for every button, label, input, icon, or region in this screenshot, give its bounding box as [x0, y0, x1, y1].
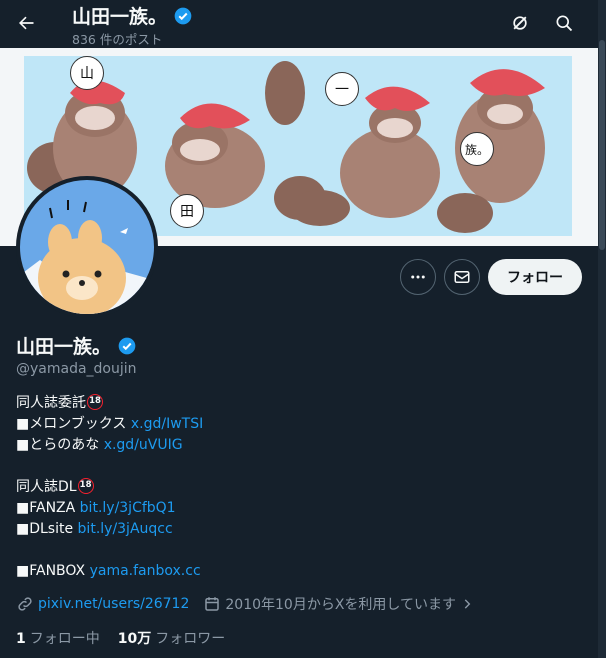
followers-label: フォロワー — [155, 631, 226, 647]
bio-fanza-label: ■FANZA — [16, 500, 80, 516]
follow-stats: 1 フォロー中 10万 フォロワー — [16, 628, 225, 648]
search-icon — [556, 15, 573, 32]
verified-badge-icon — [174, 7, 192, 24]
message-button[interactable] — [444, 259, 480, 295]
fanza-link[interactable]: bit.ly/3jCfbQ1 — [80, 500, 176, 516]
followers-count: 10万 — [117, 631, 152, 647]
following-stat[interactable]: 1 フォロー中 — [16, 628, 100, 648]
header-display-name: 山田一族。 — [72, 6, 168, 28]
envelope-icon — [454, 271, 470, 283]
profile-display-name: 山田一族。 — [16, 336, 112, 358]
grok-icon — [513, 16, 527, 30]
dlsite-link[interactable]: bit.ly/3jAuqcc — [78, 521, 173, 537]
grok-button[interactable] — [502, 5, 538, 41]
bio-dlsite-label: ■DLsite — [16, 521, 78, 537]
joined-text: 2010年10月からXを利用しています — [225, 597, 456, 613]
search-button[interactable] — [546, 5, 582, 41]
verified-badge-icon[interactable] — [117, 336, 137, 356]
link-icon — [18, 597, 32, 611]
more-dots-icon — [411, 275, 425, 279]
profile-meta: pixiv.net/users/26712 2010年10月からXを利用していま… — [16, 594, 488, 614]
back-button[interactable] — [8, 5, 44, 41]
follow-button[interactable]: フォロー — [488, 259, 582, 295]
banner-bubble-ta: 田 — [170, 194, 204, 228]
bio-toranoana-label: ■とらのあな — [16, 437, 104, 453]
scrollbar-thumb[interactable] — [599, 40, 605, 250]
melonbooks-link[interactable]: x.gd/IwTSI — [131, 416, 203, 432]
profile-handle: @yamada_doujin — [16, 361, 137, 377]
following-count: 1 — [16, 631, 26, 647]
profile-bio: 同人誌委託 18 ■メロンブックス x.gd/IwTSI ■とらのあな x.gd/… — [16, 393, 576, 582]
scrollbar-track[interactable] — [598, 0, 606, 658]
avatar-illustration — [20, 180, 154, 314]
bio-fanbox-label: ■FANBOX — [16, 563, 90, 579]
bio-download-heading: 同人誌DL — [16, 479, 77, 495]
bio-consignment-heading: 同人誌委託 — [16, 395, 86, 411]
following-label: フォロー中 — [29, 631, 100, 647]
joined-date[interactable]: 2010年10月からXを利用しています — [203, 594, 474, 614]
bio-melonbooks-label: ■メロンブックス — [16, 416, 131, 432]
website-link[interactable]: pixiv.net/users/26712 — [38, 596, 189, 612]
followers-stat[interactable]: 10万 フォロワー — [118, 628, 225, 648]
avatar[interactable] — [16, 176, 158, 318]
back-arrow-icon — [19, 16, 34, 30]
banner-bubble-ichi: 一 — [325, 72, 359, 106]
banner-bubble-yama: 山 — [70, 56, 104, 90]
more-options-button[interactable] — [400, 259, 436, 295]
age-18-badge: 18 — [87, 394, 103, 410]
chevron-right-icon — [464, 599, 471, 609]
fanbox-link[interactable]: yama.fanbox.cc — [90, 563, 201, 579]
top-bar: 山田一族。 836 件のポスト — [0, 0, 606, 48]
calendar-icon — [205, 597, 220, 611]
posts-count: 836 件のポスト — [72, 32, 163, 47]
toranoana-link[interactable]: x.gd/uVUIG — [104, 437, 183, 453]
age-18-badge: 18 — [77, 478, 94, 494]
banner-bubble-zoku: 族。 — [460, 132, 494, 166]
